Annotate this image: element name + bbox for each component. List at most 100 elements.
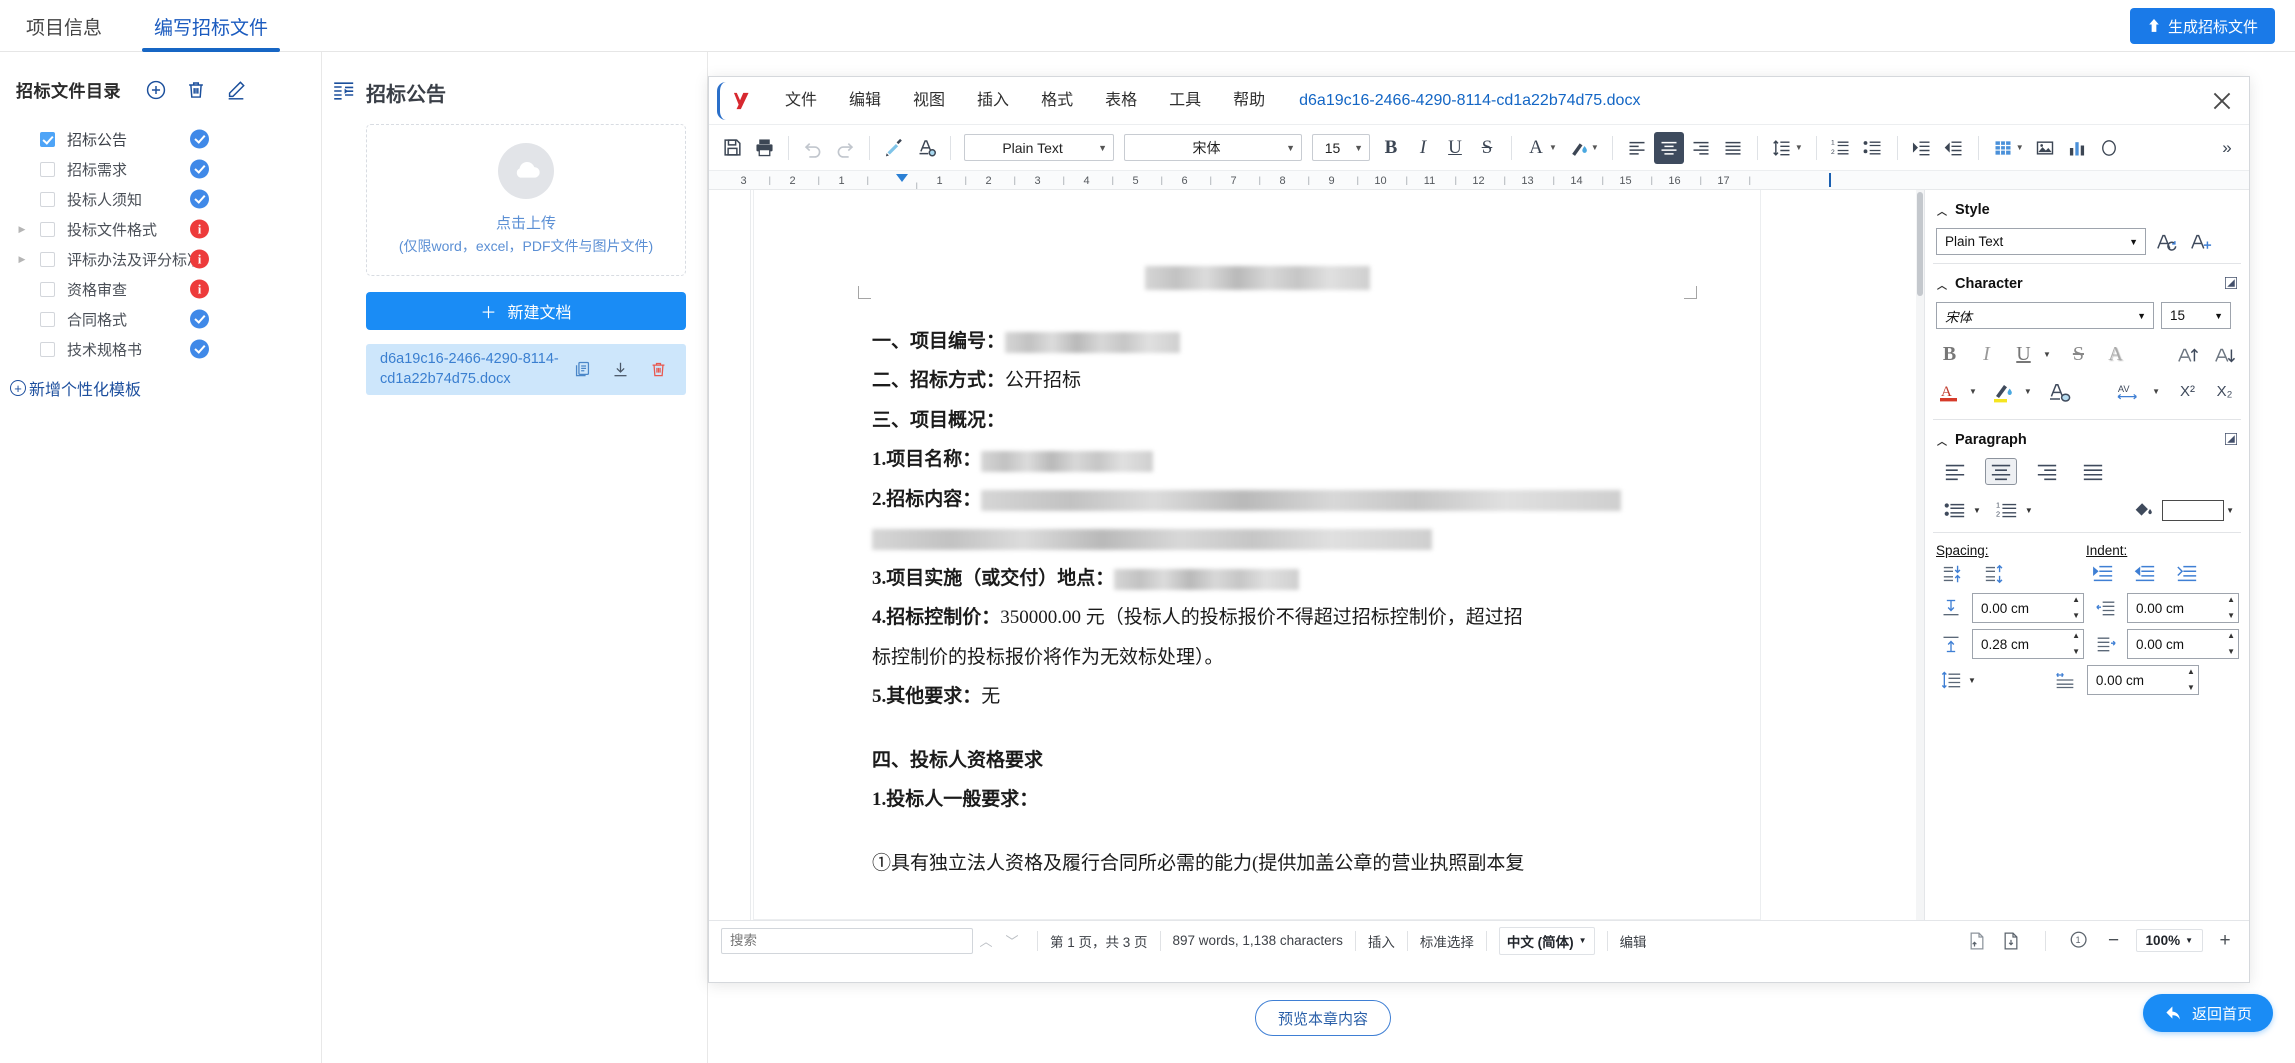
stepper-down-icon[interactable]: ▼ [2227,612,2235,620]
scrollbar-thumb[interactable] [1917,192,1923,296]
chevron-down-icon[interactable]: ▼ [2152,387,2160,396]
paragraph-dialog-launcher-icon[interactable] [2225,433,2237,445]
stepper-down-icon[interactable]: ▼ [2072,648,2080,656]
list-item[interactable]: ▶ 投标文件格式 i [0,214,321,244]
style-section-header[interactable]: ︿ Style [1933,194,2241,224]
character-spacing-icon[interactable]: AV [2114,378,2146,405]
edit-mode-indicator[interactable]: 编辑 [1620,931,1647,951]
numbered-list-icon[interactable]: 1 2 [1991,497,2023,524]
tab-project-info[interactable]: 项目信息 [0,0,128,52]
chevron-down-icon[interactable]: ▼ [2226,506,2234,515]
stepper-up-icon[interactable]: ▲ [2072,596,2080,604]
menu-edit[interactable]: 编辑 [833,77,897,125]
chevron-down-icon[interactable]: ▼ [1969,387,1977,396]
align-justify-icon[interactable] [1718,132,1748,164]
font-color-icon[interactable]: A [1936,378,1963,405]
align-justify-icon[interactable] [2077,458,2109,485]
increase-space-above-icon[interactable] [1937,560,1969,587]
character-dialog-launcher-icon[interactable] [2225,277,2237,289]
list-item-checkbox[interactable] [40,161,55,177]
generate-bid-document-button[interactable]: ⬆ 生成招标文件 [2129,8,2275,44]
highlight-color-icon[interactable] [1991,378,2018,405]
stepper-up-icon[interactable]: ▲ [2227,596,2235,604]
stepper-down-icon[interactable]: ▼ [2072,612,2080,620]
chevron-right-icon[interactable]: ▶ [14,221,30,237]
delete-icon[interactable] [185,79,207,101]
zoom-level-selector[interactable]: 100% ▼ [2135,929,2203,952]
back-to-home-button[interactable]: 返回首页 [2142,994,2273,1032]
stepper-up-icon[interactable]: ▲ [2187,668,2195,676]
download-icon[interactable] [611,360,630,379]
multi-page-view-icon[interactable] [1999,929,2023,953]
font-color-icon[interactable]: A [1521,132,1551,164]
subscript-icon[interactable]: X₂ [2211,378,2238,405]
decrease-indent-icon[interactable] [1939,132,1969,164]
list-item[interactable]: ▶ 资格审查 i [0,274,321,304]
menu-format[interactable]: 格式 [1025,77,1089,125]
selection-mode-indicator[interactable]: 标准选择 [1420,931,1474,951]
style-select[interactable]: Plain Text ▼ [1936,228,2146,255]
menu-table[interactable]: 表格 [1089,77,1153,125]
edit-icon[interactable] [225,79,247,101]
list-item-checkbox[interactable] [40,341,55,357]
stepper-up-icon[interactable]: ▲ [2072,632,2080,640]
tab-compose-bid-document[interactable]: 编写招标文件 [128,0,294,52]
document-page[interactable]: 一、项目编号： 二、招标方式：公开招标 三、项目概况： 1.项目名称： 2.招标… [753,190,1761,920]
list-item[interactable]: ▶ 评标办法及评分标准 i [0,244,321,274]
italic-icon[interactable]: I [1408,132,1438,164]
list-item[interactable]: ▶ 招标需求 [0,154,321,184]
bold-icon[interactable]: B [1936,341,1963,368]
format-painter-icon[interactable] [879,132,909,164]
paragraph-background-color-icon[interactable] [2129,497,2156,524]
superscript-icon[interactable]: X² [2174,378,2201,405]
indent-after-input[interactable]: 0.00 cm ▲ ▼ [2127,629,2239,659]
document-canvas[interactable]: 一、项目编号： 二、招标方式：公开招标 三、项目概况： 1.项目名称： 2.招标… [709,190,1925,920]
list-item-checkbox[interactable] [40,251,55,267]
redo-icon[interactable] [830,132,860,164]
insert-table-icon[interactable] [1988,132,2018,164]
add-icon[interactable] [145,79,167,101]
language-selector[interactable]: 中文 (简体) ▼ [1498,926,1595,955]
list-item[interactable]: ▶ 投标人须知 [0,184,321,214]
stepper-up-icon[interactable]: ▲ [2227,632,2235,640]
stepper-down-icon[interactable]: ▼ [2227,648,2235,656]
increase-indent-icon[interactable] [1907,132,1937,164]
canvas-scrollbar[interactable] [1916,190,1924,920]
undo-icon[interactable] [798,132,828,164]
chevron-down-icon[interactable]: ▼ [1549,143,1557,152]
align-left-icon[interactable] [1622,132,1652,164]
chevron-down-icon[interactable]: ▼ [1795,143,1803,152]
menu-insert[interactable]: 插入 [961,77,1025,125]
spacing-below-input[interactable]: 0.28 cm ▲ ▼ [1972,629,2084,659]
indent-before-text-icon[interactable] [2092,595,2119,622]
space-above-paragraph-icon[interactable] [1937,595,1964,622]
zoom-out-icon[interactable]: − [2102,929,2126,953]
menu-tools[interactable]: 工具 [1153,77,1217,125]
list-item[interactable]: ▶ 招标公告 [0,124,321,154]
find-previous-icon[interactable]: ︿ [973,928,999,954]
list-item-checkbox[interactable] [40,311,55,327]
font-size-select[interactable]: 15 ▼ [2161,302,2231,329]
chevron-down-icon[interactable]: ▼ [2043,350,2051,359]
align-center-icon[interactable] [1985,458,2017,485]
insert-chart-icon[interactable] [2062,132,2092,164]
strikethrough-icon[interactable]: S [1472,132,1502,164]
align-left-icon[interactable] [1939,458,1971,485]
insert-image-icon[interactable] [2030,132,2060,164]
align-right-icon[interactable] [2031,458,2063,485]
strikethrough-icon[interactable]: S [2065,341,2092,368]
font-size-select[interactable]: 15 ▼ [1312,134,1370,161]
ruler-tab-marker[interactable] [896,174,908,182]
indent-before-input[interactable]: 0.00 cm ▲ ▼ [2127,593,2239,623]
font-family-select[interactable]: 宋体 ▼ [1124,134,1302,161]
list-item-checkbox[interactable] [40,221,55,237]
underline-icon[interactable]: U [2010,341,2037,368]
decrease-indent-icon[interactable] [2129,560,2161,587]
first-line-indent-input[interactable]: 0.00 cm ▲ ▼ [2086,665,2199,695]
space-below-paragraph-icon[interactable] [1937,631,1964,658]
update-style-icon[interactable] [2153,228,2180,255]
chevron-right-icon[interactable]: ▶ [14,251,30,267]
clear-formatting-icon[interactable] [2046,378,2073,405]
character-section-header[interactable]: ︿ Character [1933,268,2241,298]
list-item-checkbox[interactable] [40,131,55,147]
